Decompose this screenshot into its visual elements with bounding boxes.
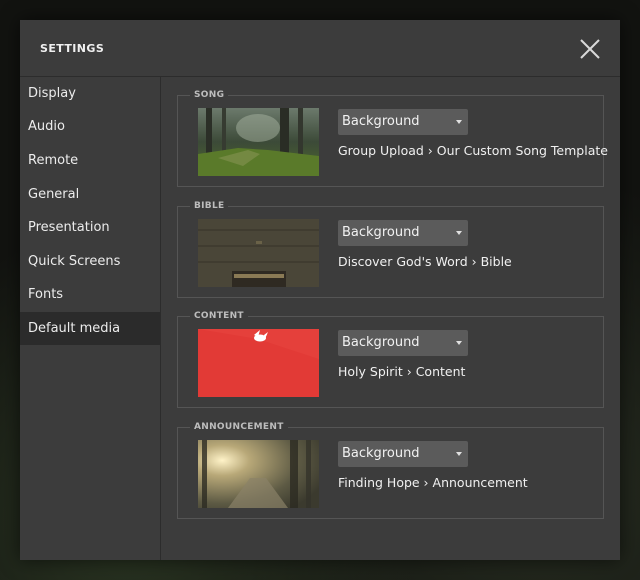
bible-media-type-select[interactable]: Background <box>338 220 468 246</box>
caret-down-icon <box>456 231 462 235</box>
announcement-media-path: Finding Hope › Announcement <box>338 475 528 490</box>
sidebar-item-label: Presentation <box>28 220 110 235</box>
select-value: Background <box>342 225 420 240</box>
settings-sidebar: Display Audio Remote General Presentatio… <box>20 77 161 560</box>
song-media-path: Group Upload › Our Custom Song Template <box>338 143 608 158</box>
dialog-header: SETTINGS <box>20 20 620 77</box>
red-dove-thumbnail <box>198 329 319 397</box>
song-media-type-select[interactable]: Background <box>338 109 468 135</box>
sidebar-item-label: Remote <box>28 153 79 168</box>
bible-media-thumbnail[interactable] <box>198 219 319 287</box>
section-bible: BIBLE Background Discover God's Word › B… <box>177 200 604 298</box>
content-media-thumbnail[interactable] <box>198 329 319 397</box>
sunlit-forest-road-thumbnail <box>198 440 319 508</box>
section-label: SONG <box>190 89 229 101</box>
bible-media-path: Discover God's Word › Bible <box>338 254 512 269</box>
sidebar-item-label: Quick Screens <box>28 254 121 269</box>
select-value: Background <box>342 114 420 129</box>
sidebar-item-label: Default media <box>28 321 121 336</box>
sidebar-item-default-media[interactable]: Default media <box>20 312 160 345</box>
bible-on-wood-thumbnail <box>198 219 319 287</box>
sidebar-item-audio[interactable]: Audio <box>20 110 160 143</box>
caret-down-icon <box>456 452 462 456</box>
sidebar-item-fonts[interactable]: Fonts <box>20 278 160 311</box>
section-label: BIBLE <box>190 200 229 212</box>
section-content: CONTENT Background Holy Spirit › Content <box>177 310 604 408</box>
sidebar-item-quick-screens[interactable]: Quick Screens <box>20 245 160 278</box>
content-media-type-select[interactable]: Background <box>338 330 468 356</box>
section-label: CONTENT <box>190 310 248 322</box>
settings-dialog: SETTINGS Display Audio Remote General Pr… <box>20 20 620 560</box>
sidebar-item-general[interactable]: General <box>20 178 160 211</box>
default-media-panel: SONG Background Group Upload › Our Custo… <box>161 77 620 560</box>
section-label: ANNOUNCEMENT <box>190 421 288 433</box>
close-button[interactable] <box>578 37 602 61</box>
section-song: SONG Background Group Upload › Our Custo… <box>177 89 608 187</box>
select-value: Background <box>342 446 420 461</box>
content-media-path: Holy Spirit › Content <box>338 364 466 379</box>
sidebar-item-label: Fonts <box>28 287 64 302</box>
sidebar-item-label: Display <box>28 86 76 101</box>
sidebar-item-label: General <box>28 187 80 202</box>
forest-path-thumbnail <box>198 108 319 176</box>
announcement-media-thumbnail[interactable] <box>198 440 319 508</box>
sidebar-item-label: Audio <box>28 119 65 134</box>
sidebar-item-display[interactable]: Display <box>20 77 160 110</box>
dialog-title: SETTINGS <box>40 42 105 55</box>
announcement-media-type-select[interactable]: Background <box>338 441 468 467</box>
section-announcement: ANNOUNCEMENT Background Finding Hope › A… <box>177 421 604 519</box>
select-value: Background <box>342 335 420 350</box>
caret-down-icon <box>456 120 462 124</box>
sidebar-item-presentation[interactable]: Presentation <box>20 211 160 244</box>
close-icon <box>580 39 600 59</box>
song-media-thumbnail[interactable] <box>198 108 319 176</box>
sidebar-item-remote[interactable]: Remote <box>20 144 160 177</box>
caret-down-icon <box>456 341 462 345</box>
